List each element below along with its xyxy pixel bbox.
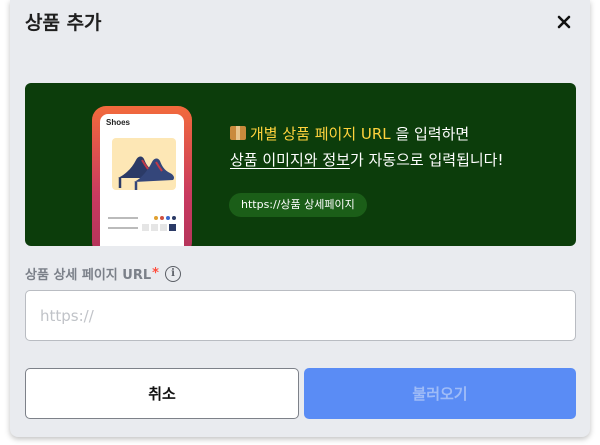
close-icon[interactable] [553, 10, 575, 34]
shoe-image [112, 138, 176, 190]
url-field-label: 상품 상세 페이지 URL * i [25, 264, 181, 283]
url-import-banner: Shoes 개별 상품 페이지 URL 을 입력하면 상품 이미지와 정보가 자… [25, 83, 576, 246]
phone-size-options [108, 217, 180, 231]
dialog-title: 상품 추가 [25, 12, 102, 34]
phone-screen-title: Shoes [106, 118, 131, 127]
banner-underlined: 상품 이미지와 정보 [230, 151, 350, 169]
banner-highlight: 개별 상품 페이지 URL [250, 125, 391, 143]
phone-color-options [108, 206, 180, 220]
package-icon [230, 126, 246, 140]
banner-line-2: 상품 이미지와 정보가 자동으로 입력됩니다! [230, 147, 570, 173]
phone-screen: Shoes [100, 114, 184, 246]
load-button[interactable]: 불러오기 [304, 368, 576, 419]
banner-line-2-rest: 가 자동으로 입력됩니다! [349, 151, 504, 169]
info-icon[interactable]: i [164, 265, 181, 282]
url-example-pill: https://상품 상세페이지 [229, 193, 367, 217]
banner-line-1-rest: 을 입력하면 [390, 125, 470, 143]
product-url-input[interactable] [25, 290, 576, 341]
add-product-dialog: 상품 추가 Shoes 개별 상품 페이지 URL 을 입력하면 상품 이미지와… [10, 0, 590, 437]
url-field-label-text: 상품 상세 페이지 URL [25, 268, 152, 283]
banner-message: 개별 상품 페이지 URL 을 입력하면 상품 이미지와 정보가 자동으로 입력… [230, 121, 570, 173]
cancel-button[interactable]: 취소 [25, 368, 299, 419]
phone-illustration: Shoes [92, 106, 192, 246]
banner-line-1: 개별 상품 페이지 URL 을 입력하면 [230, 121, 570, 147]
required-mark: * [152, 266, 159, 281]
